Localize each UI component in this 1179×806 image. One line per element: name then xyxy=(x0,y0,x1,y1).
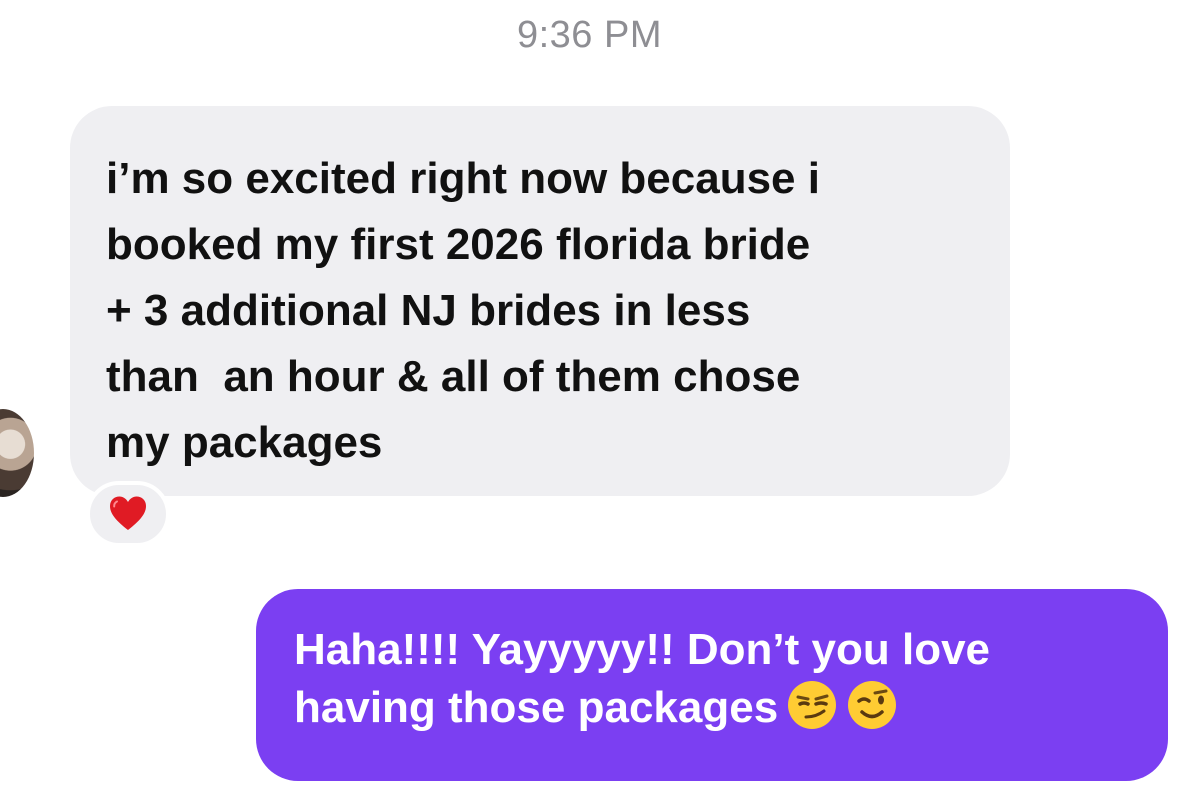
outgoing-message-line-1: Haha!!!! Yayyyyy!! Don’t you love xyxy=(294,625,991,674)
incoming-message-text: i’m so excited right now because i booke… xyxy=(106,154,820,467)
message-timestamp: 9:36 PM xyxy=(516,14,663,56)
outgoing-message-bubble[interactable]: Haha!!!! Yayyyyy!! Don’t you love having… xyxy=(256,589,1168,781)
outgoing-message-line-2-wrapper: having those packages xyxy=(294,679,1138,737)
outgoing-message-line-2: having those packages xyxy=(294,683,779,732)
incoming-message-bubble[interactable]: i’m so excited right now because i booke… xyxy=(70,106,1010,496)
winking-face-icon xyxy=(848,681,897,729)
smirking-face-icon xyxy=(788,681,837,729)
sender-avatar[interactable] xyxy=(0,409,34,497)
message-reaction[interactable] xyxy=(86,481,170,547)
red-heart-icon xyxy=(110,496,146,530)
